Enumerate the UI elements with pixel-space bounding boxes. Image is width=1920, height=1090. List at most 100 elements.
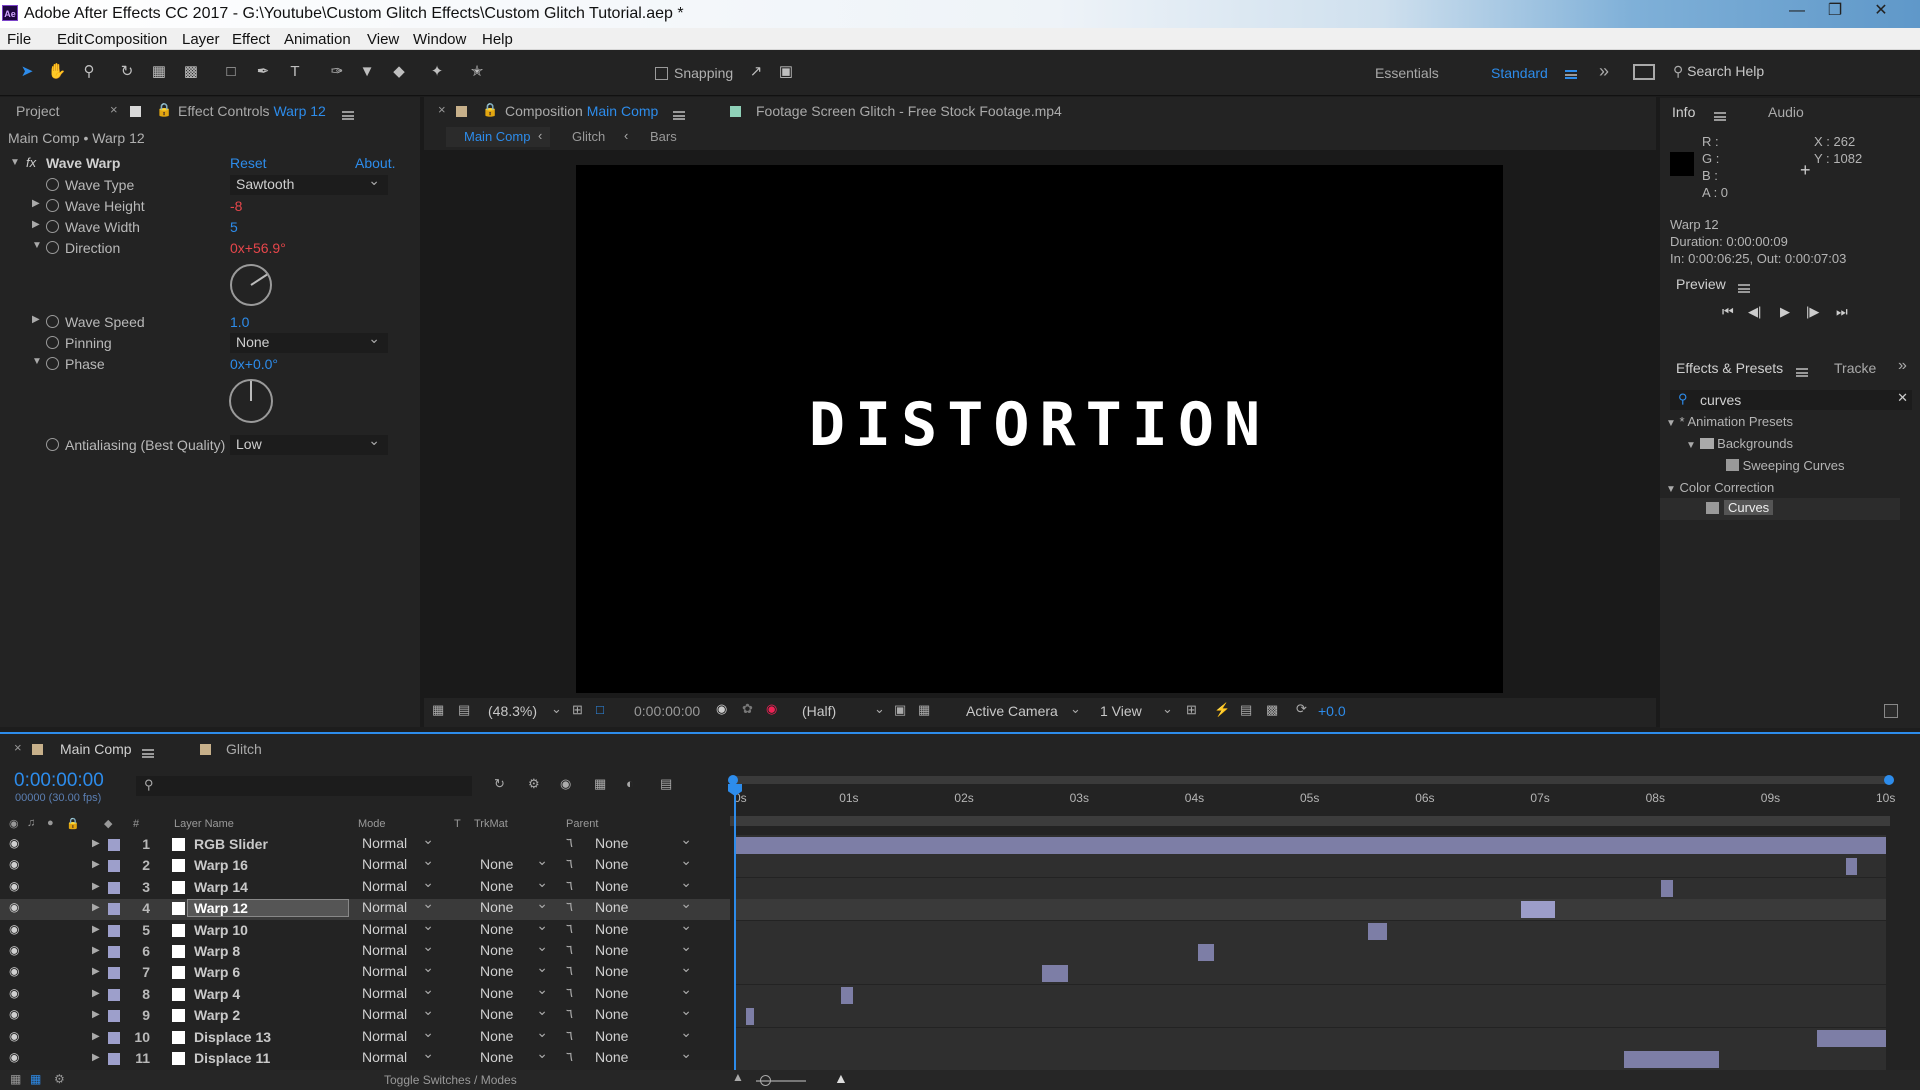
pick-whip-icon[interactable]: ٦ — [566, 899, 573, 915]
track-matte-dropdown[interactable]: None — [474, 874, 554, 896]
parent-dropdown[interactable]: None — [590, 1024, 698, 1046]
parent-dropdown[interactable]: None — [590, 1002, 698, 1024]
viewer-timecode[interactable]: 0:00:00:00 — [634, 703, 700, 719]
layer-duration-bar[interactable] — [841, 986, 853, 1004]
time-ruler[interactable]: 0s 01s 02s 03s 04s 05s 06s 07s 08s 09s 10s — [0, 732, 1920, 822]
track-matte-dropdown[interactable]: None — [474, 981, 554, 1003]
panel-menu-icon[interactable] — [1714, 109, 1726, 124]
menu-composition[interactable]: Composition — [84, 31, 167, 48]
eye-icon[interactable]: ◉ — [9, 857, 19, 871]
show-snapshot-icon[interactable]: ✿ — [742, 701, 753, 717]
layer-row[interactable]: ◉ ▶ 4 Warp 12 Normal None ٦ None — [0, 895, 730, 921]
layer-row[interactable]: ◉ ▶ 7 Warp 6 Normal None ٦ None — [0, 959, 730, 984]
wave-width-value[interactable]: 5 — [230, 219, 238, 235]
layer-name[interactable]: Warp 14 — [194, 879, 248, 895]
monitor-icon[interactable]: ▤ — [458, 702, 470, 718]
tree-item-animation-presets[interactable]: ▼ * Animation Presets — [1666, 414, 1793, 429]
selection-tool-icon[interactable]: ➤ — [16, 61, 38, 83]
wave-height-value[interactable]: -8 — [230, 198, 242, 214]
layer-name[interactable]: Displace 13 — [194, 1029, 271, 1045]
layer-row[interactable]: ◉ ▶ 9 Warp 2 Normal None ٦ None — [0, 1002, 730, 1027]
layer-row[interactable]: ◉ ▶ 11 Displace 11 Normal None ٦ None — [0, 1045, 730, 1070]
layer-row[interactable]: ◉ ▶ 5 Warp 10 Normal None ٦ None — [0, 917, 730, 942]
direction-value[interactable]: 0x+56.9° — [230, 240, 286, 256]
label-color-swatch[interactable] — [108, 1053, 120, 1065]
label-color-swatch[interactable] — [108, 881, 120, 894]
pick-whip-icon[interactable]: ٦ — [566, 835, 573, 851]
close-tab-icon[interactable]: × — [438, 102, 446, 117]
reset-link[interactable]: Reset — [230, 155, 267, 171]
twirl-closed-icon[interactable]: ▶ — [92, 966, 100, 977]
blend-mode-dropdown[interactable]: Normal — [358, 831, 440, 853]
pick-whip-icon[interactable]: ٦ — [566, 878, 573, 894]
twirl-closed-icon[interactable]: ▶ — [32, 219, 40, 230]
roto-brush-tool-icon[interactable]: ✦ — [426, 61, 448, 83]
in-out-panes-icon[interactable]: ⚙ — [54, 1072, 65, 1086]
blend-mode-dropdown[interactable]: Normal — [358, 874, 440, 896]
stopwatch-icon[interactable] — [46, 241, 59, 254]
zoom-in-icon[interactable]: ▲ — [834, 1070, 848, 1086]
hand-tool-icon[interactable]: ✋ — [46, 61, 68, 83]
layer-duration-bar[interactable] — [1661, 879, 1673, 897]
pick-whip-icon[interactable]: ٦ — [566, 856, 573, 872]
layer-switches-icon[interactable]: ▦ — [10, 1072, 21, 1086]
tab-composition[interactable]: Composition Main Comp — [505, 103, 658, 119]
exposure-value[interactable]: +0.0 — [1318, 703, 1346, 719]
label-color-swatch[interactable] — [108, 1010, 120, 1023]
menu-animation[interactable]: Animation — [284, 31, 351, 48]
pinning-dropdown[interactable]: None — [230, 330, 388, 353]
layer-name[interactable]: Warp 4 — [194, 986, 240, 1002]
tree-item-sweeping-curves[interactable]: Sweeping Curves — [1726, 458, 1845, 473]
track-matte-dropdown[interactable]: None — [474, 895, 554, 917]
layer-row[interactable]: ◉ ▶ 3 Warp 14 Normal None ٦ None — [0, 874, 730, 899]
snap-features-icon[interactable]: ▣ — [775, 61, 797, 83]
parent-dropdown[interactable]: None — [590, 874, 698, 896]
layer-duration-bar[interactable] — [734, 837, 1886, 854]
chevron-down-icon[interactable]: ⌄ — [1070, 701, 1081, 717]
tab-tracker[interactable]: Tracke — [1834, 360, 1876, 376]
tab-audio[interactable]: Audio — [1768, 104, 1804, 120]
panel-menu-icon[interactable] — [1738, 281, 1750, 296]
stopwatch-icon[interactable] — [46, 336, 59, 349]
eye-icon[interactable]: ◉ — [9, 922, 19, 936]
twirl-closed-icon[interactable]: ▶ — [92, 881, 100, 892]
antialiasing-dropdown[interactable]: Low — [230, 432, 388, 455]
maximize-icon[interactable]: ❐ — [1814, 0, 1856, 24]
first-frame-icon[interactable]: ⏮ — [1722, 304, 1734, 320]
new-bin-icon[interactable] — [1884, 704, 1898, 718]
tree-item-curves-row[interactable]: Curves — [1660, 498, 1900, 520]
chevron-down-icon[interactable]: ⌄ — [1162, 701, 1173, 717]
pick-whip-icon[interactable]: ٦ — [566, 1049, 573, 1065]
parent-dropdown[interactable]: None — [590, 981, 698, 1003]
track-matte-dropdown[interactable]: None — [474, 1024, 554, 1046]
toggle-switches-modes[interactable]: Toggle Switches / Modes — [384, 1073, 517, 1087]
parent-dropdown[interactable]: None — [590, 938, 698, 960]
workspace-standard[interactable]: Standard — [1491, 65, 1548, 81]
pan-behind-tool-icon[interactable]: ▩ — [180, 61, 202, 83]
lock-icon[interactable]: 🔒 — [156, 102, 172, 118]
flowchart-icon[interactable]: ▩ — [1266, 702, 1278, 718]
minimize-icon[interactable]: — — [1776, 0, 1818, 24]
label-color-swatch[interactable] — [108, 1031, 120, 1044]
puppet-pin-tool-icon[interactable]: ✭ — [466, 61, 488, 83]
eye-icon[interactable]: ◉ — [9, 943, 19, 957]
tab-footage[interactable]: Footage Screen Glitch - Free Stock Foota… — [756, 103, 1062, 119]
breadcrumb-main-comp[interactable]: Main Comp ‹ — [446, 127, 550, 147]
layer-row[interactable]: ◉ ▶ 10 Displace 13 Normal None ٦ None — [0, 1024, 730, 1049]
tab-effect-controls[interactable]: Effect Controls Warp 12 — [178, 103, 326, 119]
about-link[interactable]: About. — [355, 155, 395, 171]
pick-whip-icon[interactable]: ٦ — [566, 963, 573, 979]
breadcrumb-glitch[interactable]: Glitch — [572, 129, 605, 144]
layer-row[interactable]: ◉ ▶ 1 RGB Slider Normal ٦ None — [0, 831, 730, 856]
twirl-closed-icon[interactable]: ▶ — [92, 945, 100, 956]
tab-effects-presets[interactable]: Effects & Presets — [1676, 360, 1783, 376]
workspace-layout-icon[interactable] — [1633, 64, 1655, 80]
track-matte-dropdown[interactable]: None — [474, 1045, 554, 1067]
twirl-closed-icon[interactable]: ▶ — [92, 838, 100, 849]
layer-name[interactable]: Displace 11 — [194, 1050, 270, 1066]
twirl-closed-icon[interactable]: ▶ — [32, 314, 40, 325]
layer-name[interactable]: Warp 16 — [194, 857, 248, 873]
work-area-bar[interactable] — [730, 816, 1890, 826]
brush-tool-icon[interactable]: ✑ — [326, 61, 348, 83]
zoom-out-icon[interactable]: ▲ — [732, 1070, 744, 1084]
